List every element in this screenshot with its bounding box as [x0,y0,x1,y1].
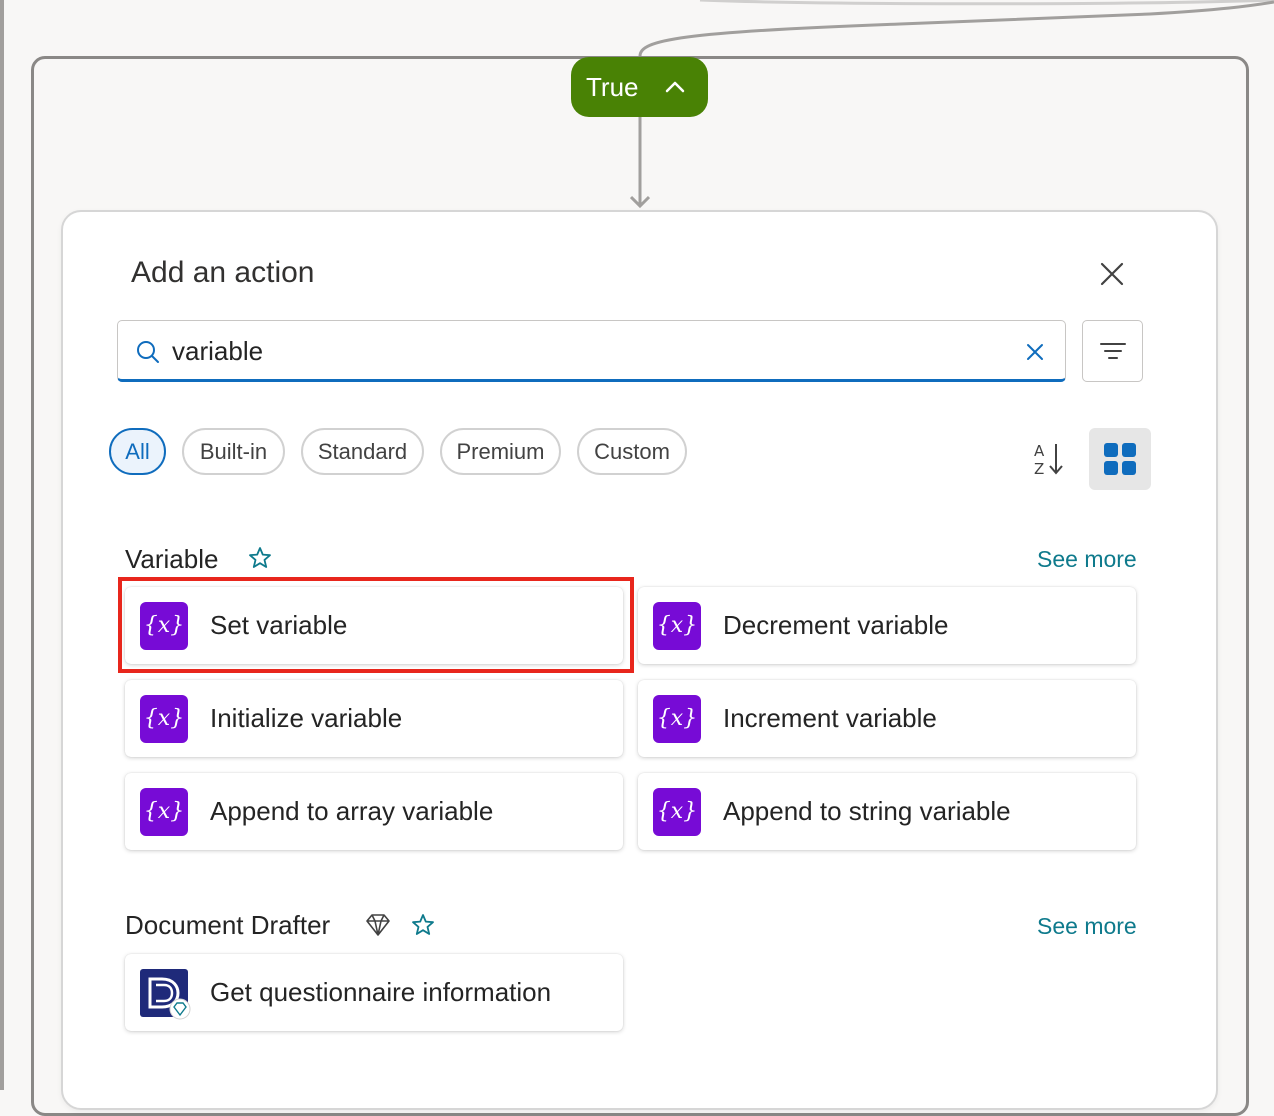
section-title-document-drafter: Document Drafter [125,910,331,940]
diamond-icon [366,914,390,936]
action-card-set-variable[interactable]: {x} Set variable [125,587,623,664]
action-card-initialize-variable[interactable]: {x} Initialize variable [125,680,623,757]
action-label: Increment variable [723,703,937,733]
search-input[interactable] [172,331,992,371]
action-label: Set variable [210,610,348,640]
action-card-append-to-string-variable[interactable]: {x} Append to string variable [638,773,1136,850]
search-box [117,320,1066,382]
svg-text:Z: Z [1034,460,1044,478]
true-branch-label: True [586,71,639,102]
document-drafter-icon [140,968,191,1019]
see-more-document-drafter[interactable]: See more [1037,913,1137,940]
action-card-increment-variable[interactable]: {x} Increment variable [638,680,1136,757]
variable-braces-icon: {x} [653,787,701,836]
filter-chip-standard[interactable]: Standard [301,428,424,475]
filter-chip-custom[interactable]: Custom [577,428,687,475]
clear-icon[interactable] [1022,339,1048,365]
action-label: Decrement variable [723,610,949,640]
chevron-up-icon [665,81,684,93]
action-label: Append to string variable [723,796,1011,826]
variable-braces-icon: {x} [140,787,188,836]
filter-button[interactable] [1082,320,1143,382]
filter-icon [1099,343,1126,359]
panel-title: Add an action [131,256,315,289]
connector-arrow [630,117,650,209]
see-more-variable[interactable]: See more [1037,546,1137,573]
filter-chip-built-in[interactable]: Built-in [182,428,285,475]
action-label: Append to array variable [210,796,494,826]
variable-braces-icon: {x} [140,694,188,743]
grid-view-button[interactable] [1089,428,1151,490]
variable-braces-icon: {x} [653,601,701,650]
variable-braces-icon: {x} [653,694,701,743]
svg-text:A: A [1034,442,1045,460]
action-label: Initialize variable [210,703,403,733]
sort-az-icon[interactable]: A Z [1026,436,1070,480]
star-icon[interactable] [247,545,273,571]
action-label: Get questionnaire information [210,977,552,1007]
filter-chip-premium[interactable]: Premium [440,428,561,475]
action-card-get-questionnaire-information[interactable]: Get questionnaire information [125,954,623,1031]
search-icon [137,341,159,363]
flow-connector-top [638,0,1274,57]
true-branch-toggle[interactable]: True [571,57,708,117]
action-card-append-to-array-variable[interactable]: {x} Append to array variable [125,773,623,850]
grid-view-icon [1104,443,1136,475]
section-title-variable: Variable [125,544,219,574]
variable-braces-icon: {x} [140,601,188,650]
close-icon[interactable] [1094,256,1130,292]
star-icon[interactable] [410,912,436,938]
action-card-decrement-variable[interactable]: {x} Decrement variable [638,587,1136,664]
filter-chip-all[interactable]: All [109,428,166,475]
canvas-edge [0,0,4,1090]
